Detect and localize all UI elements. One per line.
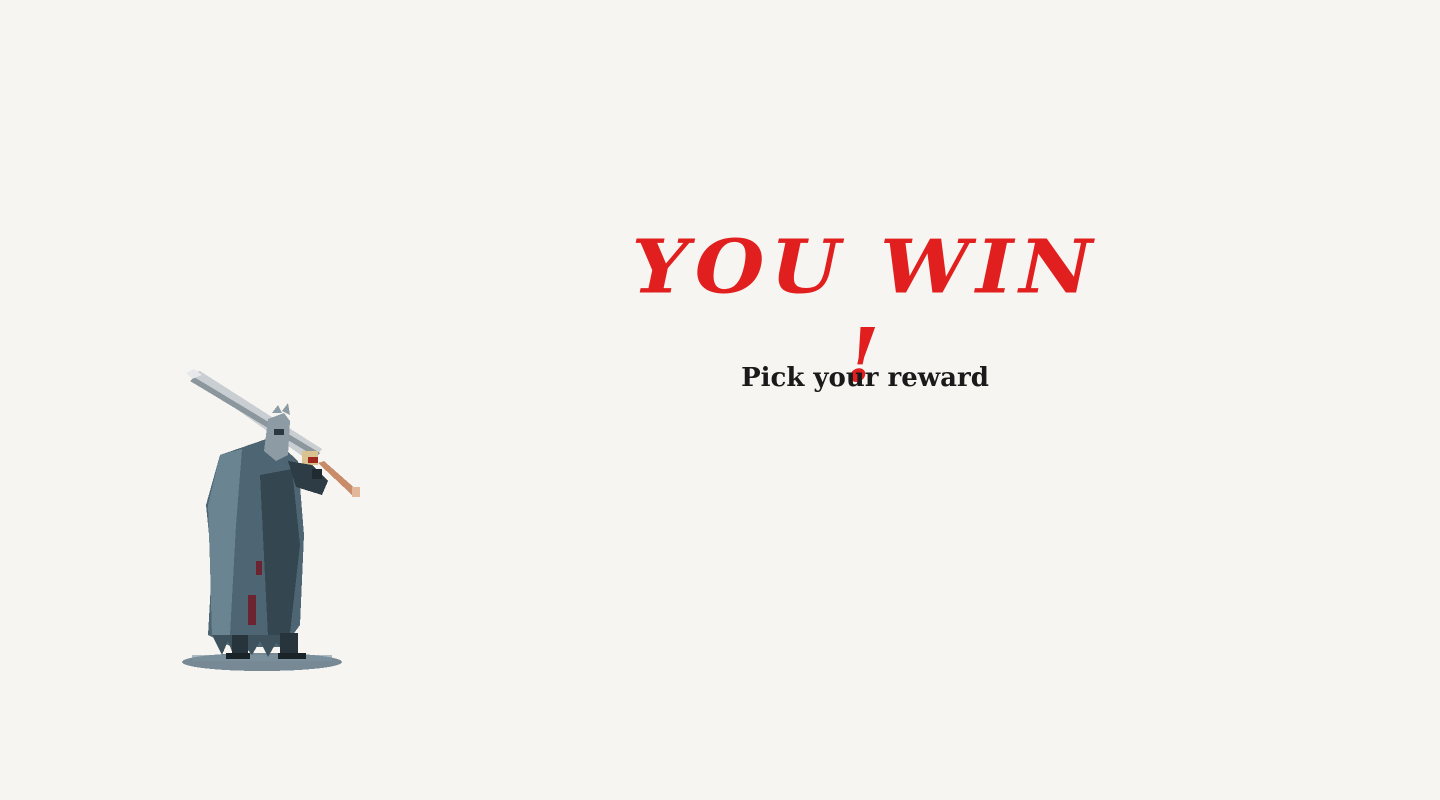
victory-screen: YOU WIN ! Pick your reward xyxy=(0,0,1440,800)
greatsword-knight-sprite xyxy=(182,369,360,671)
reward-prompt: Pick your reward xyxy=(741,363,989,393)
